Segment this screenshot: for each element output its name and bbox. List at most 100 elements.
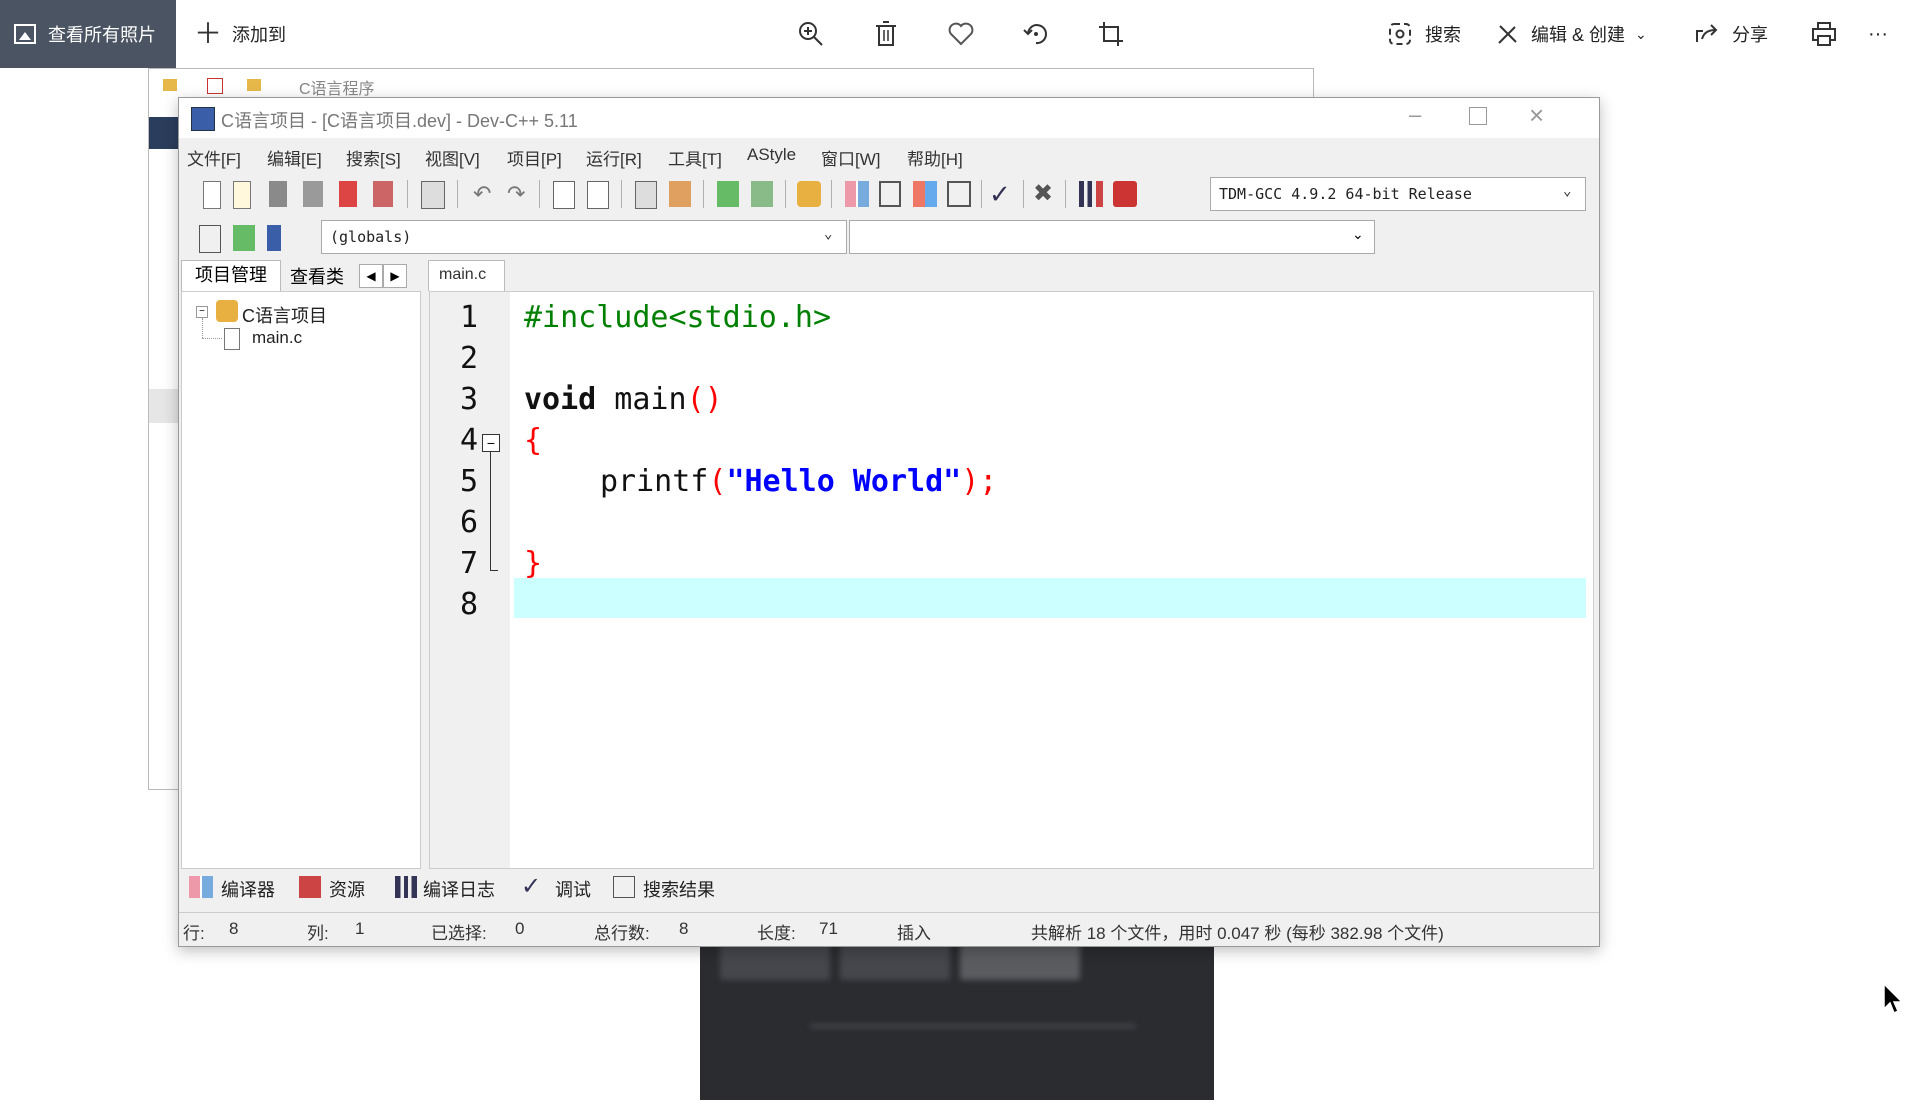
bottom-panel-tabs: 编译器 资源 编译日志 ✓ 调试 搜索结果 — [179, 870, 1599, 904]
crop-icon — [1099, 22, 1123, 46]
toolbar-separator — [621, 180, 622, 208]
line-number: 6 — [459, 505, 478, 540]
close-button[interactable]: × — [1529, 100, 1544, 131]
menu-help[interactable]: 帮助[H] — [907, 145, 963, 170]
toggle-bookmark-icon[interactable] — [233, 225, 255, 251]
add-to-button[interactable]: ＋ 添加到 — [194, 0, 286, 68]
menu-search[interactable]: 搜索[S] — [346, 145, 401, 170]
goto-line-icon[interactable] — [635, 181, 657, 209]
replace-icon[interactable] — [587, 181, 609, 209]
run-icon[interactable] — [879, 181, 901, 207]
menu-run[interactable]: 运行[R] — [586, 145, 642, 170]
compile-run-icon[interactable] — [913, 181, 937, 207]
search-button[interactable]: 搜索 — [1387, 0, 1461, 68]
print-button[interactable] — [1810, 0, 1838, 68]
line-number: 7 — [459, 546, 478, 581]
stop-execution-icon[interactable]: ✖ — [1033, 181, 1059, 207]
line-number: 3 — [459, 382, 478, 417]
view-all-photos-button[interactable]: 查看所有照片 — [0, 0, 176, 68]
scope-select[interactable]: (globals) ⌄ — [321, 220, 847, 254]
menu-view[interactable]: 视图[V] — [425, 145, 480, 170]
zoom-in-button[interactable] — [797, 0, 825, 68]
devcpp-window[interactable]: C语言项目 - [C语言项目.dev] - Dev-C++ 5.11 – × 文… — [178, 97, 1600, 947]
menu-file[interactable]: 文件[F] — [187, 145, 241, 170]
print-icon[interactable] — [421, 181, 445, 209]
more-options-button[interactable]: ··· — [1868, 0, 1888, 68]
tab-project[interactable]: 项目管理 — [181, 260, 281, 291]
tree-project-name[interactable]: C语言项目 — [242, 302, 327, 328]
menu-edit[interactable]: 编辑[E] — [267, 145, 322, 170]
fold-line — [490, 452, 491, 570]
compiler-select[interactable]: TDM-GCC 4.9.2 64-bit Release ⌄ — [1210, 177, 1586, 211]
add-to-project-icon[interactable] — [717, 181, 739, 207]
project-options-icon[interactable] — [797, 181, 821, 207]
favorite-button[interactable] — [947, 0, 975, 68]
tab-scroll-right[interactable]: ▶ — [383, 264, 407, 288]
close-all-icon[interactable] — [373, 181, 393, 207]
undo-icon[interactable]: ↶ — [473, 181, 499, 207]
toolbar-separator — [457, 180, 458, 208]
visual-search-icon — [1389, 23, 1411, 45]
status-row-label: 行: — [183, 924, 205, 943]
redo-icon[interactable]: ↷ — [507, 181, 533, 207]
tree-file-main[interactable]: main.c — [252, 328, 302, 348]
menu-project[interactable]: 项目[P] — [507, 145, 562, 170]
project-icon — [216, 300, 238, 322]
side-panel-tabs: 项目管理 查看类 ◀ ▶ — [179, 260, 419, 291]
compile-icon[interactable] — [845, 181, 869, 207]
open-file-icon[interactable] — [233, 181, 251, 209]
photos-icon — [14, 24, 36, 44]
chevron-down-icon: ⌄ — [824, 226, 833, 242]
c-file-icon — [224, 328, 240, 350]
remove-from-project-icon[interactable] — [751, 181, 773, 207]
tab-compile-log[interactable]: 编译日志 — [423, 876, 495, 902]
tab-search-results[interactable]: 搜索结果 — [643, 876, 715, 902]
paren-symbol: () — [686, 382, 723, 417]
rotate-icon — [1023, 24, 1047, 45]
save-icon[interactable] — [269, 181, 287, 207]
plus-icon: ＋ — [194, 18, 223, 49]
status-selected-value: 0 — [515, 919, 525, 938]
share-button[interactable]: 分享 — [1694, 0, 1768, 68]
new-file-icon[interactable] — [203, 181, 221, 209]
goto-function-icon[interactable] — [669, 181, 691, 207]
tab-scroll-left[interactable]: ◀ — [359, 264, 383, 288]
add-to-label: 添加到 — [232, 25, 287, 45]
goto-bookmark-icon[interactable] — [267, 225, 281, 251]
close-paren-semicolon: ); — [961, 464, 998, 499]
close-file-icon[interactable] — [339, 181, 357, 207]
more-icon: ··· — [1868, 22, 1888, 45]
crop-button[interactable] — [1097, 0, 1125, 68]
maximize-button[interactable] — [1469, 107, 1487, 125]
delete-profile-icon[interactable] — [1113, 181, 1137, 207]
line-number: 5 — [459, 464, 478, 499]
menu-tools[interactable]: 工具[T] — [668, 145, 722, 170]
minimize-button[interactable]: – — [1409, 102, 1421, 128]
code-editor[interactable]: 1 2 3 4 5 6 7 8 − #include<stdio.h> void… — [429, 291, 1594, 869]
status-col-value: 1 — [355, 919, 365, 938]
syntax-check-icon[interactable]: ✓ — [989, 181, 1015, 207]
menu-astyle[interactable]: AStyle — [747, 145, 796, 165]
insert-icon[interactable] — [199, 225, 221, 253]
delete-button[interactable] — [873, 0, 899, 68]
rotate-button[interactable] — [1022, 0, 1050, 68]
tab-resources[interactable]: 资源 — [329, 876, 365, 902]
chevron-down-icon: ⌄ — [1635, 25, 1647, 42]
rebuild-all-icon[interactable] — [947, 181, 971, 207]
toolbar-separator — [1065, 180, 1066, 208]
fold-toggle-icon[interactable]: − — [482, 434, 500, 452]
menu-window[interactable]: 窗口[W] — [821, 145, 881, 170]
save-all-icon[interactable] — [303, 181, 323, 207]
tab-classes[interactable]: 查看类 — [281, 264, 353, 290]
devcpp-app-icon — [191, 107, 215, 131]
editor-tab-main[interactable]: main.c — [428, 260, 505, 291]
profile-icon[interactable] — [1079, 181, 1103, 207]
compiler-value: TDM-GCC 4.9.2 64-bit Release — [1219, 185, 1472, 203]
find-icon[interactable] — [553, 181, 575, 209]
tab-debug[interactable]: 调试 — [555, 876, 591, 902]
tab-compiler[interactable]: 编译器 — [221, 876, 275, 902]
member-select[interactable]: ⌄ — [849, 220, 1375, 254]
collapse-toggle[interactable]: − — [196, 306, 208, 318]
open-paren: ( — [708, 464, 727, 499]
edit-create-button[interactable]: 编辑 & 创建 ⌄ — [1495, 0, 1647, 68]
